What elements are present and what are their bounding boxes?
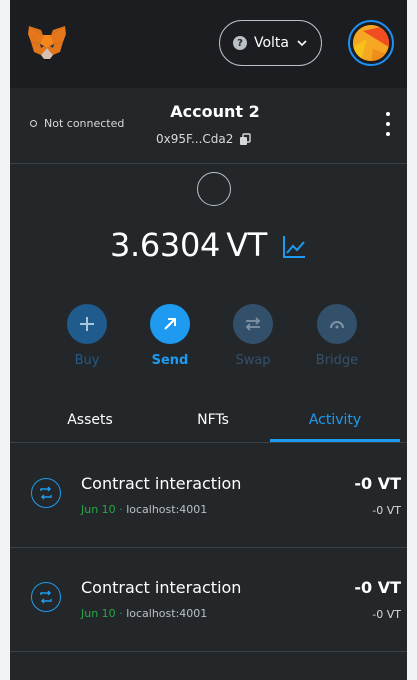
metamask-fox-logo[interactable] xyxy=(26,22,68,64)
left-page-margin xyxy=(0,0,10,680)
balance-symbol: VT xyxy=(226,226,268,264)
buy-label: Buy xyxy=(74,353,100,368)
swap-button[interactable]: Swap xyxy=(218,304,288,368)
portfolio-chart-icon[interactable] xyxy=(281,234,307,260)
jazzicon-pattern xyxy=(353,25,389,61)
transaction-title: Contract interaction xyxy=(81,578,242,597)
chevron-down-icon xyxy=(297,40,307,47)
jazzicon xyxy=(353,25,389,61)
connection-status[interactable]: Not connected xyxy=(30,117,124,130)
account-bar: Not connected Account 2 0x95F...Cda2 xyxy=(10,88,407,164)
contract-interaction-icon xyxy=(31,478,61,508)
network-name: Volta xyxy=(253,35,289,51)
top-bar: ? Volta xyxy=(10,0,407,88)
wallet-tabs: Assets NFTs Activity xyxy=(10,398,407,443)
connection-status-label: Not connected xyxy=(44,117,125,130)
activity-list: Contract interaction Jun 10 · localhost:… xyxy=(10,444,407,652)
action-buttons: Buy Send Swap Bridge xyxy=(52,304,392,374)
network-selector[interactable]: ? Volta xyxy=(219,20,322,66)
list-item[interactable]: Contract interaction Jun 10 · localhost:… xyxy=(10,548,407,652)
transaction-secondary-amount: -0 VT xyxy=(372,504,401,517)
arrow-up-right-icon xyxy=(150,304,190,344)
copy-icon xyxy=(240,132,252,145)
active-tab-indicator xyxy=(270,439,400,442)
transaction-meta-separator: · xyxy=(119,503,123,516)
connection-status-dot-icon xyxy=(30,120,37,127)
bridge-label: Bridge xyxy=(315,353,359,368)
transaction-title: Contract interaction xyxy=(81,474,242,493)
account-address: 0x95F...Cda2 xyxy=(156,132,234,146)
list-item[interactable]: Contract interaction Jun 10 · localhost:… xyxy=(10,444,407,548)
transaction-date: Jun 10 xyxy=(81,503,116,516)
transaction-meta-separator: · xyxy=(119,607,123,620)
token-placeholder-icon xyxy=(197,172,231,206)
tab-assets[interactable]: Assets xyxy=(25,398,155,442)
send-button[interactable]: Send xyxy=(135,304,205,368)
account-options-menu-icon[interactable] xyxy=(382,112,394,136)
bridge-arch-icon xyxy=(317,304,357,344)
network-icon: ? xyxy=(232,36,247,50)
tab-activity[interactable]: Activity xyxy=(270,398,400,442)
bridge-button[interactable]: Bridge xyxy=(302,304,372,368)
send-label: Send xyxy=(151,353,189,368)
transaction-meta: Jun 10 · localhost:4001 xyxy=(81,503,207,516)
account-name[interactable]: Account 2 xyxy=(150,102,280,121)
account-avatar[interactable] xyxy=(348,20,394,66)
transaction-meta: Jun 10 · localhost:4001 xyxy=(81,607,207,620)
plus-icon xyxy=(67,304,107,344)
contract-interaction-icon xyxy=(31,582,61,612)
tab-nfts[interactable]: NFTs xyxy=(148,398,278,442)
transaction-origin: localhost:4001 xyxy=(126,607,208,620)
swap-label: Swap xyxy=(235,353,271,368)
copy-address-button[interactable]: 0x95F...Cda2 xyxy=(156,132,252,146)
buy-button[interactable]: Buy xyxy=(52,304,122,368)
transaction-secondary-amount: -0 VT xyxy=(372,608,401,621)
transaction-date: Jun 10 xyxy=(81,607,116,620)
wallet-popup: ? Volta Not connected Account 2 0x95F...… xyxy=(10,0,407,680)
transaction-amount: -0 VT xyxy=(354,578,401,597)
balance-amount: 3.6304 VT xyxy=(109,226,268,264)
swap-arrows-icon xyxy=(233,304,273,344)
transaction-origin: localhost:4001 xyxy=(126,503,208,516)
balance-display: 3.6304 VT xyxy=(10,226,407,264)
transaction-amount: -0 VT xyxy=(354,474,401,493)
right-page-margin xyxy=(407,0,417,680)
